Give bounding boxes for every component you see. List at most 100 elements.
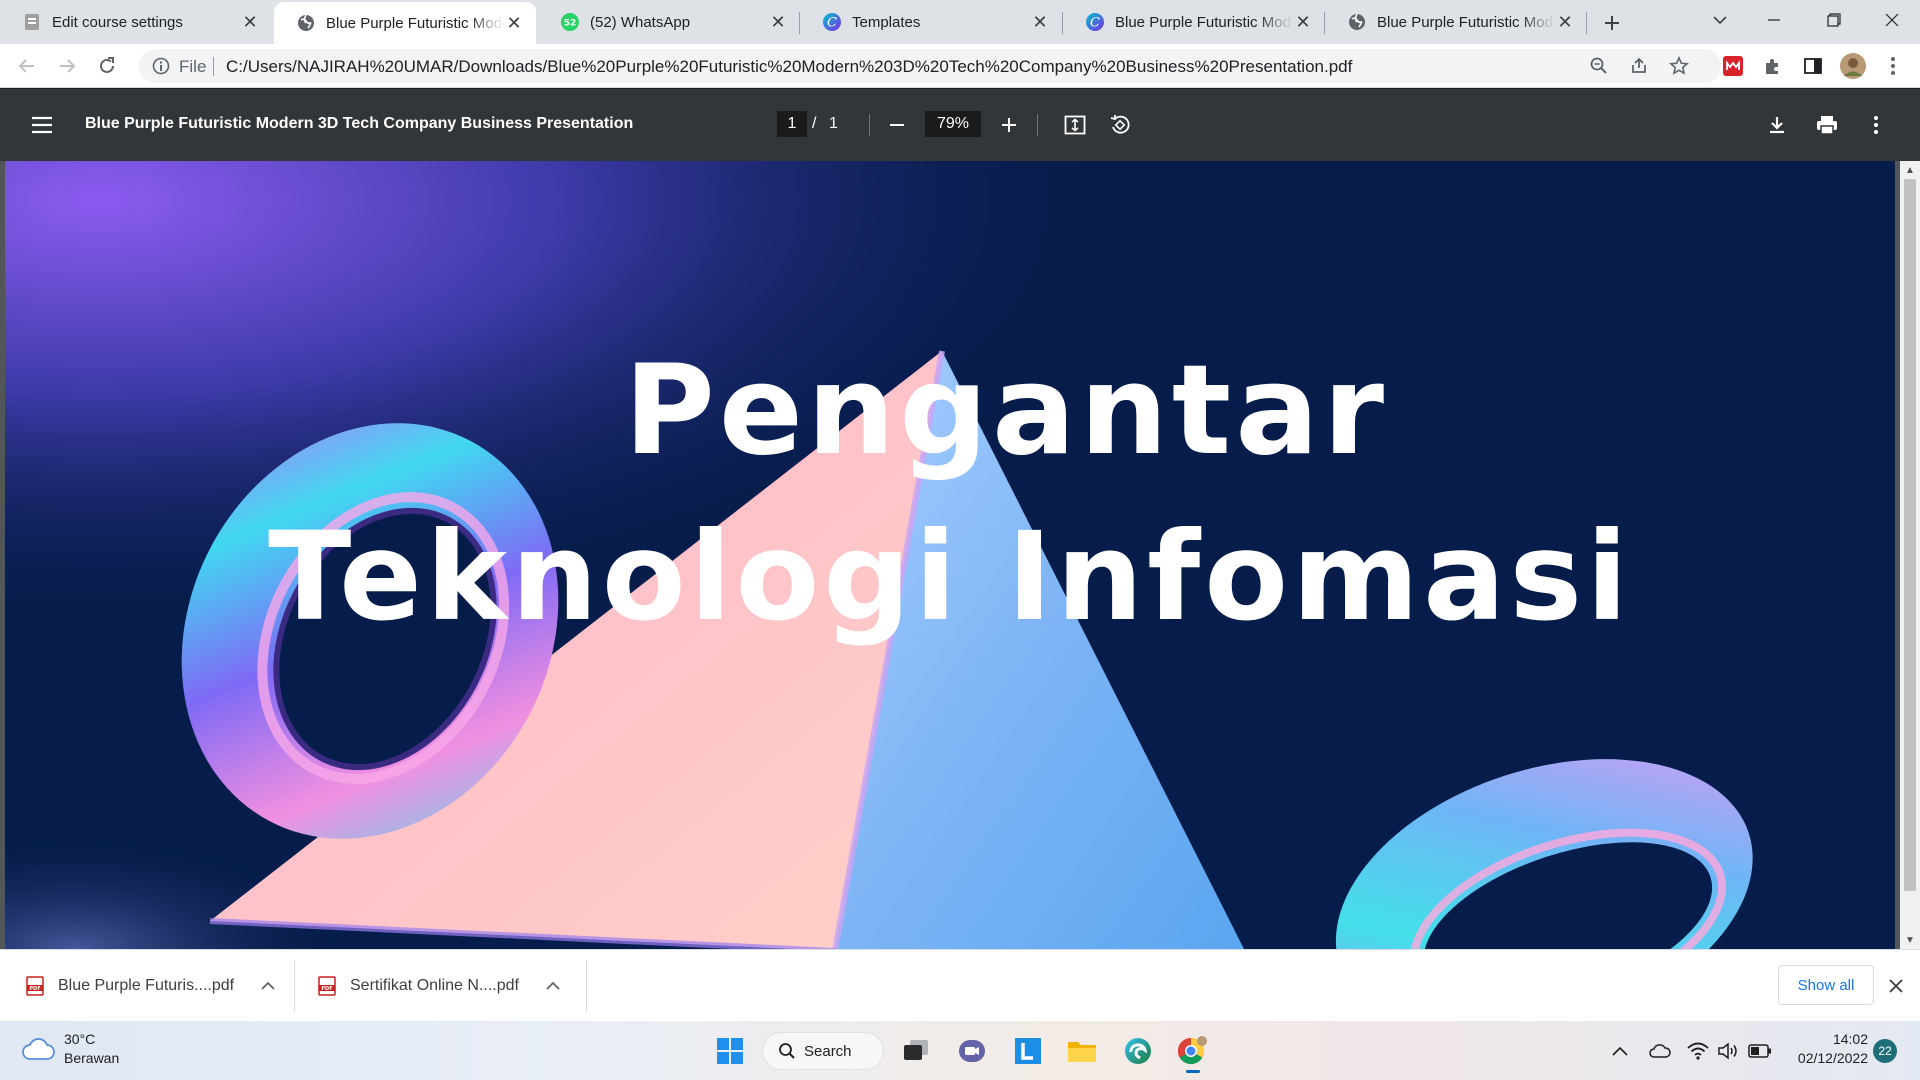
tab-search-button[interactable] [1692, 0, 1748, 40]
extensions-puzzle-icon[interactable] [1760, 53, 1786, 79]
back-button[interactable] [12, 51, 42, 81]
pdf-more-menu-button[interactable] [1862, 111, 1890, 139]
teams-chat-button[interactable] [954, 1033, 990, 1069]
scroll-down-icon[interactable]: ▼ [1904, 934, 1916, 946]
file-explorer-button[interactable] [1064, 1033, 1100, 1069]
restore-button[interactable] [1806, 0, 1862, 40]
close-window-button[interactable] [1864, 0, 1920, 40]
close-icon [1889, 979, 1903, 993]
active-app-indicator [1186, 1070, 1200, 1073]
tab-edit-course-settings[interactable]: Edit course settings ✕ [0, 0, 272, 44]
page-number-input[interactable]: 1 [777, 111, 807, 137]
tab-canva-presentation[interactable]: C Blue Purple Futuristic Modern 3D Tech … [1063, 0, 1325, 44]
zoom-level-input[interactable]: 79% [925, 111, 981, 137]
task-view-button[interactable] [898, 1033, 934, 1069]
tab-title: Edit course settings [52, 13, 183, 31]
edge-button[interactable] [1120, 1033, 1156, 1069]
side-panel-icon[interactable] [1800, 53, 1826, 79]
show-hidden-icons-button[interactable] [1608, 1039, 1632, 1063]
download-item[interactable]: PDF Blue Purple Futuris....pdf [26, 950, 278, 1022]
speaker-icon [1718, 1042, 1737, 1060]
weather-cloud-icon[interactable] [21, 1034, 55, 1064]
pdf-page: Pengantar Teknologi Infomasi [5, 161, 1895, 949]
close-tab-icon[interactable]: ✕ [1030, 12, 1050, 32]
chrome-menu-icon[interactable] [1880, 53, 1906, 79]
pdf-toolbar: Blue Purple Futuristic Modern 3D Tech Co… [0, 89, 1920, 161]
wifi-button[interactable] [1686, 1039, 1710, 1063]
reload-icon [100, 57, 114, 73]
svg-text:PDF: PDF [321, 986, 332, 992]
plus-icon [1002, 118, 1016, 132]
download-filename: Blue Purple Futuris....pdf [58, 977, 235, 994]
download-icon [1770, 117, 1784, 134]
l-app-button[interactable] [1010, 1033, 1046, 1069]
new-tab-button[interactable] [1598, 9, 1626, 37]
tab-title: Blue Purple Futuristic Modern 3D Tech Co… [1115, 13, 1293, 31]
weather-description[interactable]: Berawan [64, 1050, 119, 1066]
reload-button[interactable] [92, 51, 122, 81]
url-text[interactable]: C:/Users/NAJIRAH%20UMAR/Downloads/Blue%2… [226, 57, 1352, 77]
battery-icon [1748, 1044, 1771, 1058]
minus-icon [890, 124, 904, 126]
taskbar-search[interactable]: Search [762, 1032, 884, 1070]
close-tab-icon[interactable]: ✕ [1293, 12, 1313, 32]
scroll-up-icon[interactable]: ▲ [1904, 164, 1916, 176]
tab-pdf-active[interactable]: Blue Purple Futuristic Modern 3D Tech Co… [274, 2, 536, 44]
canva-icon: C [822, 12, 842, 32]
svg-text:C: C [827, 16, 837, 31]
notification-count-badge[interactable]: 22 [1873, 1039, 1897, 1063]
close-tab-icon[interactable]: ✕ [1555, 12, 1575, 32]
zoom-out-button[interactable] [883, 111, 911, 139]
close-tab-icon[interactable]: ✕ [504, 13, 524, 33]
minimize-icon [1768, 19, 1780, 21]
start-button[interactable] [712, 1033, 748, 1069]
battery-button[interactable] [1748, 1039, 1772, 1063]
close-tab-icon[interactable]: ✕ [240, 12, 260, 32]
show-all-downloads-button[interactable]: Show all [1778, 965, 1874, 1005]
globe-icon [1347, 12, 1367, 32]
pdf-viewport[interactable]: Pengantar Teknologi Infomasi ▲ ▼ [0, 161, 1920, 949]
download-separator [586, 960, 587, 1012]
chevron-up-icon[interactable] [543, 976, 563, 996]
clock-time[interactable]: 14:02 [1830, 1031, 1868, 1047]
chevron-up-icon[interactable] [258, 976, 278, 996]
pdf-sidebar-menu-button[interactable] [28, 111, 56, 139]
tab-strip: Edit course settings ✕ Blue Purple Futur… [0, 0, 1920, 44]
zoom-in-button[interactable] [995, 111, 1023, 139]
onedrive-button[interactable] [1648, 1039, 1672, 1063]
info-icon[interactable] [151, 56, 171, 76]
vertical-scrollbar[interactable]: ▲ ▼ [1900, 161, 1920, 949]
pdf-title: Blue Purple Futuristic Modern 3D Tech Co… [85, 115, 634, 132]
tab-pdf-presentation[interactable]: Blue Purple Futuristic Modern 3D Tech Co… [1325, 0, 1587, 44]
address-separator [213, 57, 214, 76]
chrome-button[interactable] [1174, 1033, 1210, 1073]
profile-avatar[interactable] [1840, 53, 1866, 79]
close-tab-icon[interactable]: ✕ [768, 12, 788, 32]
tab-templates[interactable]: C Templates ✕ [800, 0, 1062, 44]
forward-button[interactable] [52, 51, 82, 81]
address-bar[interactable]: File C:/Users/NAJIRAH%20UMAR/Downloads/B… [139, 49, 1721, 83]
download-button[interactable] [1763, 111, 1791, 139]
fit-page-button[interactable] [1061, 111, 1089, 139]
scrollbar-thumb[interactable] [1904, 179, 1916, 891]
whatsapp-icon: 52 [560, 12, 580, 32]
bookmark-star-icon[interactable] [1667, 54, 1691, 78]
minimize-button[interactable] [1746, 0, 1802, 40]
svg-text:52: 52 [564, 19, 577, 29]
download-item[interactable]: PDF Sertifikat Online N....pdf [318, 950, 563, 1022]
clock-date[interactable]: 02/12/2022 [1790, 1050, 1868, 1066]
rotate-button[interactable] [1106, 111, 1134, 139]
tab-separator [1586, 12, 1587, 34]
volume-button[interactable] [1716, 1039, 1740, 1063]
share-icon[interactable] [1627, 54, 1651, 78]
windows-taskbar: 30°C Berawan Search 14:02 02/12/2022 22 [0, 1021, 1920, 1080]
close-download-shelf-button[interactable] [1884, 974, 1908, 998]
page-separator: / [812, 115, 817, 132]
zoom-icon[interactable] [1587, 54, 1611, 78]
page-total: 1 [829, 115, 838, 132]
toolbar-divider [1037, 114, 1038, 136]
weather-temperature[interactable]: 30°C [64, 1031, 95, 1047]
mendeley-extension-icon[interactable] [1720, 53, 1746, 79]
tab-whatsapp[interactable]: 52 (52) WhatsApp ✕ [538, 0, 800, 44]
print-button[interactable] [1813, 111, 1841, 139]
